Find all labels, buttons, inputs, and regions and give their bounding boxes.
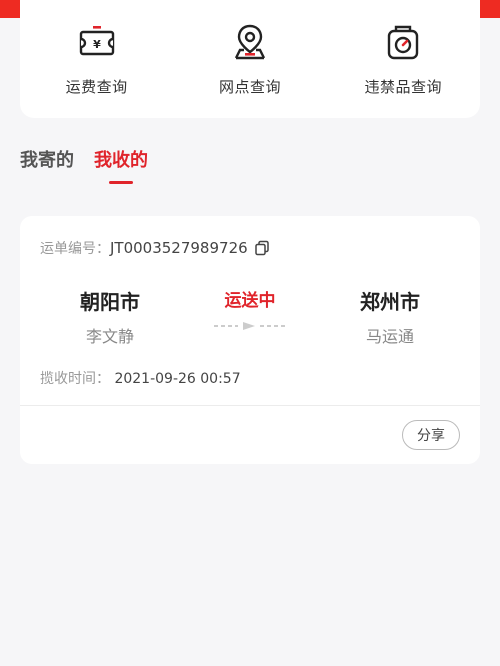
destination-city: 郑州市 bbox=[360, 290, 420, 314]
collect-time-row: 揽收时间： 2021-09-26 00:57 bbox=[40, 368, 241, 388]
status-text: 运送中 bbox=[224, 291, 276, 311]
collect-time-value: 2021-09-26 00:57 bbox=[114, 371, 241, 387]
shipment-status: 运送中 bbox=[180, 286, 320, 331]
card-divider bbox=[20, 405, 480, 406]
tab-received[interactable]: 我收的 bbox=[94, 146, 148, 184]
recipient-name: 马运通 bbox=[365, 327, 414, 346]
outlet-query-label: 网点查询 bbox=[218, 78, 281, 96]
route-info: 朝阳市 李文静 运送中 郑州市 马运通 bbox=[20, 286, 480, 346]
active-tab-indicator bbox=[109, 181, 133, 184]
origin-city: 朝阳市 bbox=[80, 290, 140, 314]
waybill-label: 运单编号： bbox=[40, 241, 110, 257]
prohibited-items-query-label: 违禁品查询 bbox=[364, 78, 443, 96]
waybill-number: JT0003527989726 bbox=[110, 239, 248, 257]
svg-text:¥: ¥ bbox=[93, 38, 101, 51]
quick-actions-card: ¥ 运费查询 网点查询 违禁品查询 bbox=[20, 0, 480, 118]
destination: 郑州市 马运通 bbox=[320, 286, 460, 347]
freight-query-label: 运费查询 bbox=[65, 78, 128, 96]
route-arrow-icon bbox=[180, 321, 320, 331]
tab-sent-label: 我寄的 bbox=[20, 150, 74, 171]
outlet-query-button[interactable]: 网点查询 bbox=[185, 22, 315, 97]
sender-name: 李文静 bbox=[85, 327, 134, 346]
collect-time-label: 揽收时间： bbox=[40, 371, 110, 387]
freight-query-button[interactable]: ¥ 运费查询 bbox=[32, 22, 162, 97]
shipment-tabs: 我寄的 我收的 bbox=[20, 146, 148, 184]
tab-sent[interactable]: 我寄的 bbox=[20, 146, 74, 172]
shipment-card[interactable]: 运单编号： JT0003527989726 朝阳市 李文静 运送中 郑州市 马运… bbox=[20, 216, 480, 464]
prohibited-scale-icon bbox=[388, 25, 419, 60]
prohibited-items-query-button[interactable]: 违禁品查询 bbox=[338, 22, 468, 97]
origin: 朝阳市 李文静 bbox=[40, 286, 180, 347]
waybill-row: 运单编号： JT0003527989726 bbox=[40, 238, 270, 258]
tab-received-label: 我收的 bbox=[94, 150, 148, 171]
share-button[interactable]: 分享 bbox=[402, 420, 460, 450]
copy-icon[interactable] bbox=[254, 240, 270, 256]
freight-ticket-icon: ¥ bbox=[79, 26, 114, 56]
location-pin-icon bbox=[234, 24, 266, 60]
